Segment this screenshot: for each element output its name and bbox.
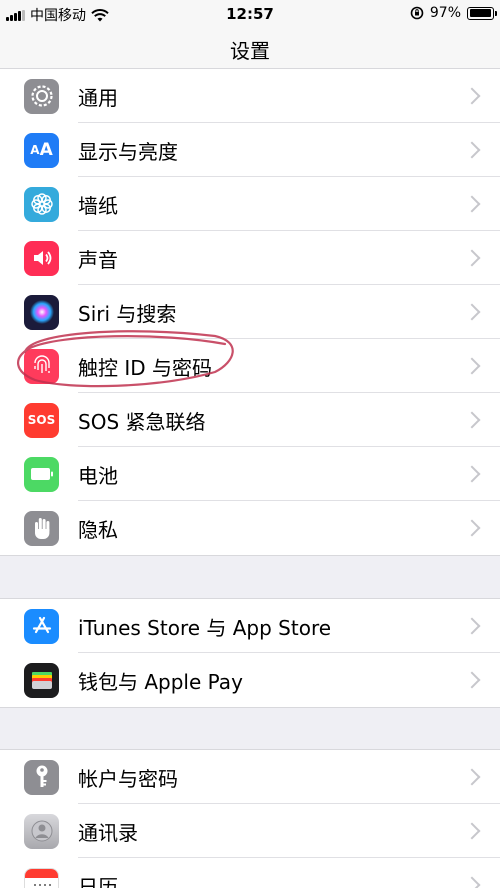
settings-row-general[interactable]: 通用 [0,69,500,123]
wallet-icon [24,662,59,698]
settings-row-label: 通用 [78,85,118,110]
chevron-right-icon [463,357,481,375]
settings-row-accounts[interactable]: 帐户与密码 [0,750,500,804]
settings-row-calendar[interactable]: 日历 [0,858,500,888]
settings-row-wallet[interactable]: 钱包与 Apple Pay [0,653,500,707]
battery-percentage: 97% [429,5,461,21]
settings-row-label: 帐户与密码 [78,766,178,791]
settings-row-siri[interactable]: Siri 与搜索 [0,285,500,339]
sos-icon-text: SOS [27,413,56,427]
settings-group-store: iTunes Store 与 App Store 钱包与 Apple Pay [0,598,500,708]
settings-row-label: 电池 [78,463,118,488]
settings-row-label: 显示与亮度 [78,139,178,164]
chevron-right-icon [463,617,481,635]
chevron-right-icon [463,195,481,213]
sos-icon: SOS [24,402,59,438]
settings-row-label: SOS 紧急联络 [78,409,206,434]
gear-icon [24,78,59,114]
settings-row-app-store[interactable]: iTunes Store 与 App Store [0,599,500,653]
key-icon [24,759,59,795]
settings-row-wallpaper[interactable]: 墙纸 [0,177,500,231]
battery-icon [24,456,59,492]
wallpaper-flower-icon [24,186,59,222]
fingerprint-icon [24,348,59,384]
settings-row-label: 墙纸 [78,193,118,218]
battery-icon [467,6,497,20]
chevron-right-icon [463,141,481,159]
app-store-icon [24,608,59,644]
settings-row-contacts[interactable]: 通讯录 [0,804,500,858]
settings-row-sos[interactable]: SOS SOS 紧急联络 [0,393,500,447]
settings-row-label: 触控 ID 与密码 [78,355,213,380]
settings-row-privacy[interactable]: 隐私 [0,501,500,555]
settings-row-label: 日历 [78,874,118,888]
chevron-right-icon [463,411,481,429]
chevron-right-icon [463,87,481,105]
settings-row-label: Siri 与搜索 [78,301,177,326]
speaker-icon [24,240,59,276]
chevron-right-icon [463,671,481,689]
status-right: 97% [410,5,497,21]
settings-row-touch-id[interactable]: 触控 ID 与密码 [0,339,500,393]
hand-icon [24,510,59,546]
chevron-right-icon [463,303,481,321]
settings-row-label: 隐私 [78,517,118,542]
settings-row-label: iTunes Store 与 App Store [78,615,332,640]
settings-row-label: 声音 [78,247,118,272]
settings-row-label: 钱包与 Apple Pay [78,669,243,694]
siri-icon [24,294,59,330]
chevron-right-icon [463,768,481,786]
chevron-right-icon [463,519,481,537]
settings-group-main: 通用 AA 显示与亮度 墙纸 声音 Siri 与搜索 触控 ID 与密码 SOS… [0,68,500,556]
settings-group-accounts: 帐户与密码 通讯录 日历 [0,749,500,888]
display-aa-icon: AA [24,132,59,168]
orientation-lock-icon [410,6,424,20]
settings-row-sounds[interactable]: 声音 [0,231,500,285]
chevron-right-icon [463,876,481,888]
chevron-right-icon [463,465,481,483]
chevron-right-icon [463,822,481,840]
settings-row-label: 通讯录 [78,820,138,845]
settings-row-battery[interactable]: 电池 [0,447,500,501]
calendar-icon [24,867,59,888]
settings-row-display[interactable]: AA 显示与亮度 [0,123,500,177]
chevron-right-icon [463,249,481,267]
contacts-icon [24,813,59,849]
status-bar: 中国移动 12:57 97% [0,0,500,28]
